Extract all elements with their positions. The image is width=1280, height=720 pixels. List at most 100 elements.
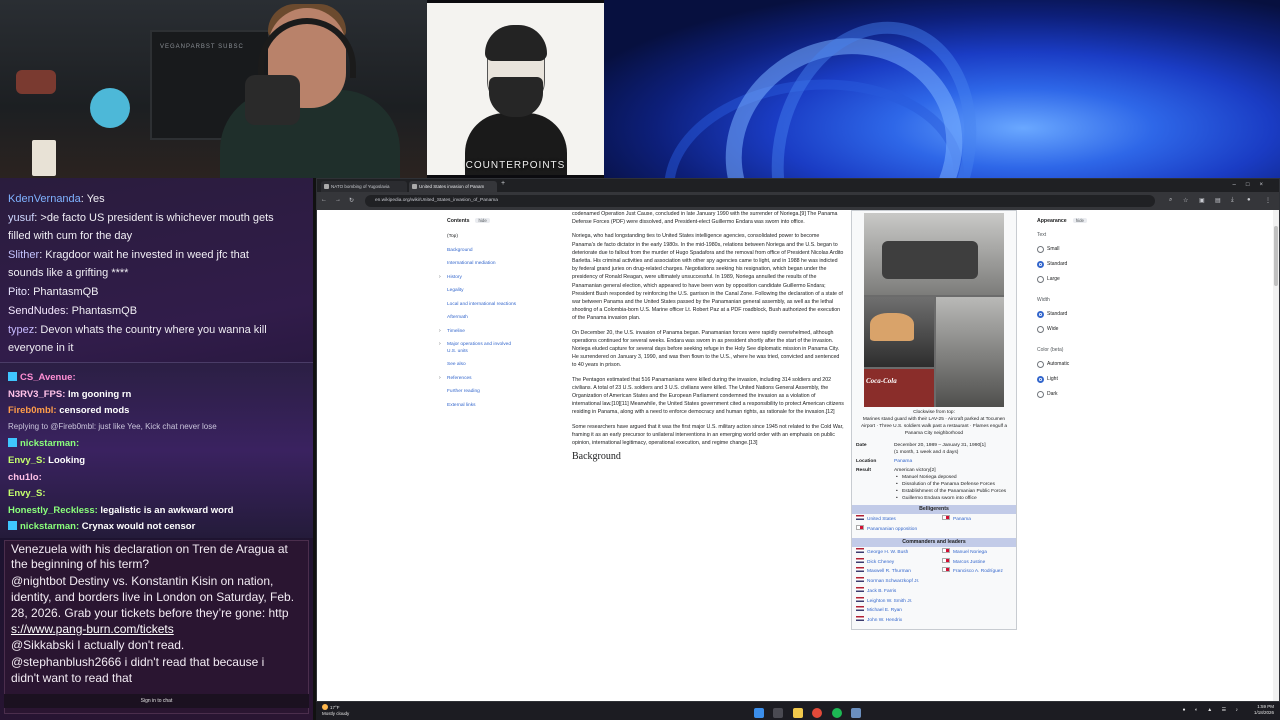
commander-item[interactable]: Maxwell R. Thurman: [856, 567, 919, 577]
toc-item-further-reading[interactable]: Further reading: [447, 385, 567, 399]
profile-icon[interactable]: ●: [1247, 197, 1251, 203]
width-option-standard[interactable]: Standard: [1037, 307, 1117, 322]
sidebar-icon[interactable]: ▤: [1215, 197, 1221, 204]
color-option-automatic[interactable]: Automatic: [1037, 357, 1117, 372]
radio-icon[interactable]: [1037, 326, 1044, 333]
toc-item-background[interactable]: Background: [447, 244, 567, 258]
radio-selected-icon[interactable]: [1037, 376, 1044, 383]
bookmark-star-icon[interactable]: ☆: [1183, 197, 1188, 204]
toc-item-see-also[interactable]: See also: [447, 358, 567, 372]
chrome-icon[interactable]: [812, 708, 823, 718]
page-scrollbar[interactable]: [1273, 210, 1279, 701]
url-field[interactable]: en.wikipedia.org/wiki/United_States_inva…: [365, 195, 1155, 207]
file-explorer-icon[interactable]: [792, 708, 803, 718]
back-icon[interactable]: ←: [321, 197, 327, 203]
commanders-left: George H. W. Bush Dick Cheney Maxwell R.…: [856, 548, 919, 626]
download-icon[interactable]: ⤓: [1231, 197, 1234, 204]
toc-item-top[interactable]: (Top): [447, 230, 567, 244]
system-tray-icons[interactable]: ● ◐ ▲ ☰ ♪: [1182, 707, 1242, 713]
chat-username[interactable]: Fireb0mbl:: [8, 405, 57, 416]
commander-item[interactable]: Dick Cheney: [856, 557, 919, 568]
belligerent-item[interactable]: Panama: [942, 515, 971, 525]
chat-link[interactable]: s://www.pang-burn.com/tickets: [11, 621, 174, 637]
forward-icon[interactable]: →: [335, 197, 341, 203]
chat-username[interactable]: Honestly_Reckless:: [8, 505, 98, 516]
toc-item-timeline[interactable]: › Timeline: [439, 325, 567, 339]
toc-item-legality[interactable]: Legality: [447, 284, 567, 298]
chevron-right-icon[interactable]: ›: [439, 341, 441, 348]
commander-item[interactable]: Norman Schwarzkopf Jr.: [856, 577, 919, 587]
text-size-label: Text: [1037, 232, 1047, 238]
toc-item-us-units[interactable]: U.S. units: [447, 348, 567, 355]
commander-item[interactable]: Leighton W. Smith Jr.: [856, 596, 919, 607]
toc-item-international-mediation[interactable]: International mediation: [447, 257, 567, 271]
tab-nato-bombing[interactable]: NATO bombing of Yugoslavia: [321, 181, 407, 192]
chat-username[interactable]: CS_Avenue:: [20, 372, 76, 383]
toc-item-reactions[interactable]: Local and international reactions: [447, 298, 567, 312]
chat-username[interactable]: chu1lo:: [8, 472, 42, 483]
commander-item[interactable]: Jack B. Farris: [856, 586, 919, 597]
zoom-icon[interactable]: ⌕: [1169, 197, 1172, 204]
chat-username[interactable]: Envy_S:: [8, 488, 46, 499]
commander-item[interactable]: John W. Hendrix: [856, 615, 919, 626]
toc-item-aftermath[interactable]: Aftermath: [447, 311, 567, 325]
chat-username[interactable]: KdenVernanda: [8, 193, 81, 205]
us-flag-icon: [856, 515, 864, 520]
chat-username[interactable]: yusuf: [8, 212, 34, 224]
toc-item-external-links[interactable]: External links: [447, 399, 567, 413]
chat-username[interactable]: nickstarman:: [20, 521, 79, 532]
color-option-dark[interactable]: Dark: [1037, 387, 1117, 402]
clock[interactable]: 1:59 PM 1/18/2026: [1254, 704, 1274, 716]
extensions-icon[interactable]: ▣: [1199, 197, 1205, 204]
radio-icon[interactable]: [1037, 361, 1044, 368]
menu-icon[interactable]: ⋮: [1265, 197, 1271, 204]
commander-item[interactable]: George H. W. Bush: [856, 548, 919, 558]
radio-selected-icon[interactable]: [1037, 311, 1044, 318]
text-option-small[interactable]: Small: [1037, 242, 1117, 257]
radio-icon[interactable]: [1037, 391, 1044, 398]
toc-item-major-operations[interactable]: › Major operations and involved: [439, 341, 567, 348]
chat-username[interactable]: SendNudes: [8, 305, 66, 317]
window-controls[interactable]: –□×: [1233, 179, 1273, 192]
chat-username[interactable]: N3RV3_FPS:: [8, 389, 65, 400]
radio-icon[interactable]: [1037, 276, 1044, 283]
tab-label: NATO bombing of Yugoslavia: [331, 184, 390, 189]
width-option-wide[interactable]: Wide: [1037, 322, 1117, 337]
belligerent-item[interactable]: Panamanian opposition: [856, 524, 917, 535]
result-bullet: Dissolution of the Panama Defense Forces: [894, 481, 1012, 488]
chat-username[interactable]: Slither: [8, 249, 39, 261]
chat-username[interactable]: Envy_S:: [8, 455, 46, 466]
radio-icon[interactable]: [1037, 246, 1044, 253]
toc-hide-button[interactable]: hide: [475, 218, 490, 223]
commander-item[interactable]: Francisco A. Rodríguez: [942, 567, 1003, 577]
color-option-light[interactable]: Light: [1037, 372, 1117, 387]
reload-icon[interactable]: ↻: [349, 197, 354, 204]
spotify-icon[interactable]: [831, 708, 842, 718]
weather-widget[interactable]: 17°F Mostly cloudy: [322, 704, 349, 717]
chat-username[interactable]: nickstarman:: [20, 438, 79, 449]
start-icon[interactable]: [754, 708, 764, 718]
text-option-large[interactable]: Large: [1037, 272, 1117, 287]
steam-icon[interactable]: [851, 708, 862, 718]
new-tab-icon[interactable]: +: [501, 180, 505, 187]
text-option-standard[interactable]: Standard: [1037, 257, 1117, 272]
chat-username[interactable]: Pito: [8, 286, 27, 298]
commander-item[interactable]: Marcos Justine: [942, 557, 1003, 568]
infobox-image-collage[interactable]: Coca-Cola: [864, 213, 1004, 407]
commander-item[interactable]: Manuel Noriega: [942, 548, 1003, 558]
chevron-right-icon[interactable]: ›: [439, 271, 441, 285]
sign-in-to-chat-button[interactable]: Sign in to chat: [4, 694, 309, 708]
toc-item-history[interactable]: › History: [439, 271, 567, 285]
scrollbar-thumb[interactable]: [1274, 226, 1278, 286]
toc-item-references[interactable]: › References: [439, 372, 567, 386]
radio-selected-icon[interactable]: [1037, 261, 1044, 268]
tab-panama-invasion[interactable]: United States invasion of Panam: [409, 181, 497, 192]
chat-username[interactable]: typez: [8, 324, 34, 336]
task-view-icon[interactable]: [773, 708, 784, 718]
chevron-right-icon[interactable]: ›: [439, 325, 441, 339]
commander-item[interactable]: Michael E. Ryan: [856, 606, 919, 616]
appearance-hide-button[interactable]: hide: [1072, 218, 1088, 223]
location-link[interactable]: Panama: [894, 459, 912, 464]
chevron-right-icon[interactable]: ›: [439, 372, 441, 386]
belligerent-item[interactable]: United States: [856, 515, 917, 525]
